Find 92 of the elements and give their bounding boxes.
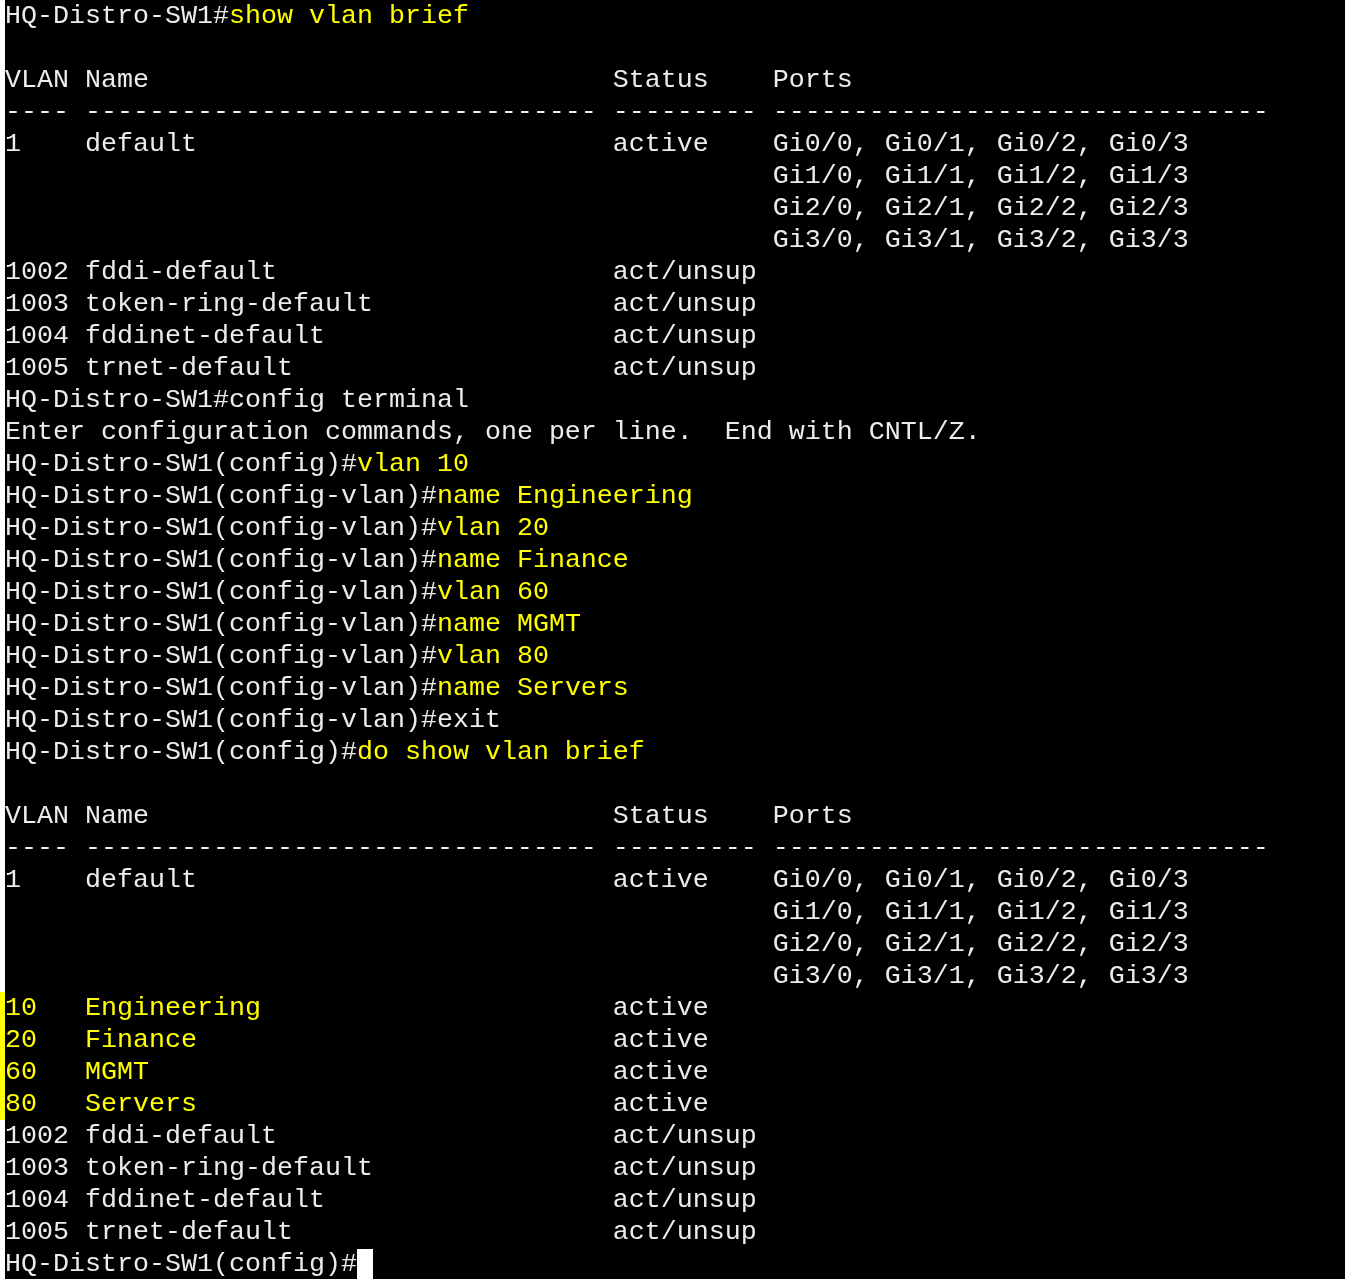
vlan-status: act/unsup xyxy=(612,288,757,320)
vlan-id: 1005 xyxy=(5,1216,69,1248)
vlan-name: fddinet-default xyxy=(84,1184,325,1216)
vlan-status: active xyxy=(612,1088,709,1120)
vlan-status: act/unsup xyxy=(612,1184,757,1216)
column-header: Ports xyxy=(772,64,853,96)
vlan-ports: Gi1/0, Gi1/1, Gi1/2, Gi1/3 xyxy=(772,160,1189,192)
vlan-name: MGMT xyxy=(84,1056,149,1088)
vlan-name: token-ring-default xyxy=(84,288,373,320)
vlan-ports: Gi2/0, Gi2/1, Gi2/2, Gi2/3 xyxy=(772,192,1189,224)
vlan-name: fddi-default xyxy=(84,256,277,288)
command-prompt: HQ-Distro-SW1(config-vlan)# xyxy=(5,480,437,512)
vlan-status: act/unsup xyxy=(612,1120,757,1152)
vlan-name: token-ring-default xyxy=(84,1152,373,1184)
column-rule: ------------------------------- xyxy=(772,832,1269,864)
vlan-id: 1002 xyxy=(5,256,69,288)
command-text: vlan 20 xyxy=(436,512,549,544)
command-text: do show vlan brief xyxy=(356,736,645,768)
command-prompt: HQ-Distro-SW1# xyxy=(5,0,229,32)
vlan-ports: Gi0/0, Gi0/1, Gi0/2, Gi0/3 xyxy=(772,864,1189,896)
column-header: Ports xyxy=(772,800,853,832)
vlan-ports: Gi2/0, Gi2/1, Gi2/2, Gi2/3 xyxy=(772,928,1189,960)
column-header: VLAN xyxy=(5,64,69,96)
column-rule: ---- xyxy=(5,96,69,128)
vlan-name: fddinet-default xyxy=(84,320,325,352)
column-header: Status xyxy=(612,64,709,96)
vlan-id: 1003 xyxy=(5,1152,69,1184)
column-header: Status xyxy=(612,800,709,832)
vlan-ports: Gi1/0, Gi1/1, Gi1/2, Gi1/3 xyxy=(772,896,1189,928)
vlan-id: 1004 xyxy=(5,1184,69,1216)
vlan-ports: Gi3/0, Gi3/1, Gi3/2, Gi3/3 xyxy=(772,224,1189,256)
vlan-status: active xyxy=(612,1056,709,1088)
vlan-name: Finance xyxy=(84,1024,197,1056)
vlan-status: active xyxy=(612,1024,709,1056)
command-prompt: HQ-Distro-SW1(config)# xyxy=(5,1248,357,1279)
vlan-id: 80 xyxy=(5,1088,37,1120)
vlan-status: act/unsup xyxy=(612,256,757,288)
command-prompt: HQ-Distro-SW1(config-vlan)# xyxy=(5,544,437,576)
vlan-name: trnet-default xyxy=(84,352,293,384)
column-rule: ------------------------------- xyxy=(772,96,1269,128)
vlan-status: act/unsup xyxy=(612,1216,757,1248)
vlan-id: 20 xyxy=(5,1024,37,1056)
vlan-id: 1 xyxy=(5,128,21,160)
command-prompt: HQ-Distro-SW1(config-vlan)# xyxy=(5,704,437,736)
command-prompt: HQ-Distro-SW1(config-vlan)# xyxy=(5,672,437,704)
command-text: name Finance xyxy=(436,544,629,576)
vlan-id: 1004 xyxy=(5,320,69,352)
vlan-name: fddi-default xyxy=(84,1120,277,1152)
command-text: name MGMT xyxy=(436,608,581,640)
command-text: vlan 60 xyxy=(436,576,549,608)
column-rule: --------- xyxy=(612,832,757,864)
column-header: Name xyxy=(84,64,149,96)
command-text: name Engineering xyxy=(436,480,693,512)
command-prompt: HQ-Distro-SW1(config-vlan)# xyxy=(5,608,437,640)
column-rule: -------------------------------- xyxy=(84,832,597,864)
vlan-ports: Gi0/0, Gi0/1, Gi0/2, Gi0/3 xyxy=(772,128,1189,160)
command-prompt: HQ-Distro-SW1(config-vlan)# xyxy=(5,640,437,672)
vlan-name: default xyxy=(84,128,197,160)
command-text: config terminal xyxy=(228,384,469,416)
command-text: name Servers xyxy=(436,672,629,704)
vlan-name: Engineering xyxy=(84,992,261,1024)
vlan-status: act/unsup xyxy=(612,352,757,384)
command-prompt: HQ-Distro-SW1(config-vlan)# xyxy=(5,576,437,608)
vlan-ports: Gi3/0, Gi3/1, Gi3/2, Gi3/3 xyxy=(772,960,1189,992)
terminal-message: Enter configuration commands, one per line. End with CNTL/Z. xyxy=(5,416,981,448)
column-header: VLAN xyxy=(5,800,69,832)
vlan-id: 1005 xyxy=(5,352,69,384)
vlan-id: 1 xyxy=(5,864,21,896)
command-text: vlan 10 xyxy=(356,448,469,480)
command-prompt: HQ-Distro-SW1(config-vlan)# xyxy=(5,512,437,544)
command-prompt: HQ-Distro-SW1(config)# xyxy=(5,736,357,768)
vlan-id: 1003 xyxy=(5,288,69,320)
vlan-name: trnet-default xyxy=(84,1216,293,1248)
vlan-name: default xyxy=(84,864,197,896)
vlan-name: Servers xyxy=(84,1088,197,1120)
column-rule: --------- xyxy=(612,96,757,128)
column-rule: ---- xyxy=(5,832,69,864)
command-text: exit xyxy=(436,704,501,736)
command-text: show vlan brief xyxy=(228,0,469,32)
column-rule: -------------------------------- xyxy=(84,96,597,128)
command-text: vlan 80 xyxy=(436,640,549,672)
vlan-id: 10 xyxy=(5,992,37,1024)
vlan-status: act/unsup xyxy=(612,320,757,352)
command-prompt: HQ-Distro-SW1# xyxy=(5,384,229,416)
vlan-id: 60 xyxy=(5,1056,37,1088)
vlan-status: active xyxy=(612,864,709,896)
vlan-id: 1002 xyxy=(5,1120,69,1152)
vlan-status: act/unsup xyxy=(612,1152,757,1184)
vlan-status: active xyxy=(612,992,709,1024)
vlan-status: active xyxy=(612,128,709,160)
column-header: Name xyxy=(84,800,149,832)
command-prompt: HQ-Distro-SW1(config)# xyxy=(5,448,357,480)
